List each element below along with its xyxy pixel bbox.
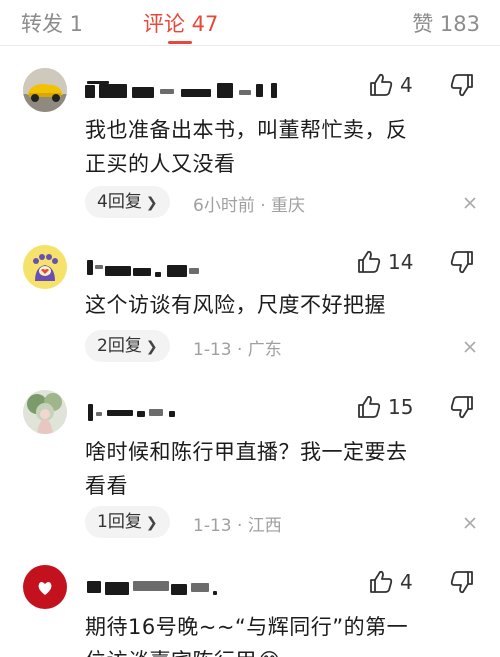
avatar[interactable] bbox=[23, 565, 67, 609]
thumbs-up-icon bbox=[358, 395, 381, 418]
comment-meta: 1回复 ❯ 1-13 · 江西 bbox=[85, 506, 485, 538]
thumbs-up-icon bbox=[358, 250, 381, 273]
comment-text: 我也准备出本书，叫董帮忙卖，反 正买的人又没看 bbox=[85, 118, 408, 176]
like-button[interactable]: 14 bbox=[356, 247, 413, 277]
thumbs-down-icon[interactable] bbox=[448, 568, 476, 596]
tab-repost[interactable]: 转发 1 bbox=[21, 8, 83, 38]
tab-comments[interactable]: 评论 47 bbox=[143, 8, 218, 38]
thumbs-up-icon bbox=[370, 570, 393, 593]
like-count: 15 bbox=[388, 395, 414, 419]
chevron-right-icon: ❯ bbox=[145, 195, 158, 211]
username-redacted[interactable] bbox=[85, 256, 315, 278]
close-icon[interactable] bbox=[462, 339, 478, 355]
view-replies-button[interactable]: 2回复 ❯ bbox=[85, 330, 170, 362]
comment-text: 啥时候和陈行甲直播？我一定要去 看看 bbox=[85, 440, 408, 498]
comment-tabs: 转发 1 评论 47 赞 183 bbox=[0, 0, 500, 46]
thumbs-up-icon bbox=[370, 73, 393, 96]
active-tab-indicator bbox=[168, 41, 192, 44]
username-redacted[interactable] bbox=[85, 79, 315, 101]
username-redacted[interactable] bbox=[85, 576, 315, 598]
avatar[interactable] bbox=[23, 245, 67, 289]
close-icon[interactable] bbox=[462, 515, 478, 531]
comment-time-location: 1-13 · 江西 bbox=[193, 516, 282, 536]
tab-likes[interactable]: 赞 183 bbox=[412, 8, 480, 38]
username-redacted[interactable] bbox=[85, 401, 315, 423]
comment-text: 期待16号晚~~“与辉同行”的第一 位访谈嘉宾陈行甲😂 bbox=[85, 615, 409, 657]
thumbs-down-icon[interactable] bbox=[448, 248, 476, 276]
like-count: 4 bbox=[400, 73, 413, 97]
comment-meta: 2回复 ❯ 1-13 · 广东 bbox=[85, 330, 485, 362]
close-icon[interactable] bbox=[462, 195, 478, 211]
like-button[interactable]: 4 bbox=[368, 567, 413, 597]
like-count: 4 bbox=[400, 570, 413, 594]
comment-time-location: 1-13 · 广东 bbox=[193, 340, 282, 360]
avatar[interactable] bbox=[23, 68, 67, 112]
comment-meta: 4回复 ❯ 6小时前 · 重庆 bbox=[85, 186, 485, 218]
like-button[interactable]: 4 bbox=[368, 70, 413, 100]
avatar[interactable] bbox=[23, 390, 67, 434]
thumbs-down-icon[interactable] bbox=[448, 71, 476, 99]
comment-text: 这个访谈有风险，尺度不好把握 bbox=[85, 293, 386, 317]
comment-time-location: 6小时前 · 重庆 bbox=[193, 196, 306, 216]
thumbs-down-icon[interactable] bbox=[448, 393, 476, 421]
view-replies-button[interactable]: 1回复 ❯ bbox=[85, 506, 170, 538]
chevron-right-icon: ❯ bbox=[145, 515, 158, 531]
chevron-right-icon: ❯ bbox=[145, 339, 158, 355]
view-replies-button[interactable]: 4回复 ❯ bbox=[85, 186, 170, 218]
like-button[interactable]: 15 bbox=[356, 392, 413, 422]
like-count: 14 bbox=[388, 250, 414, 274]
